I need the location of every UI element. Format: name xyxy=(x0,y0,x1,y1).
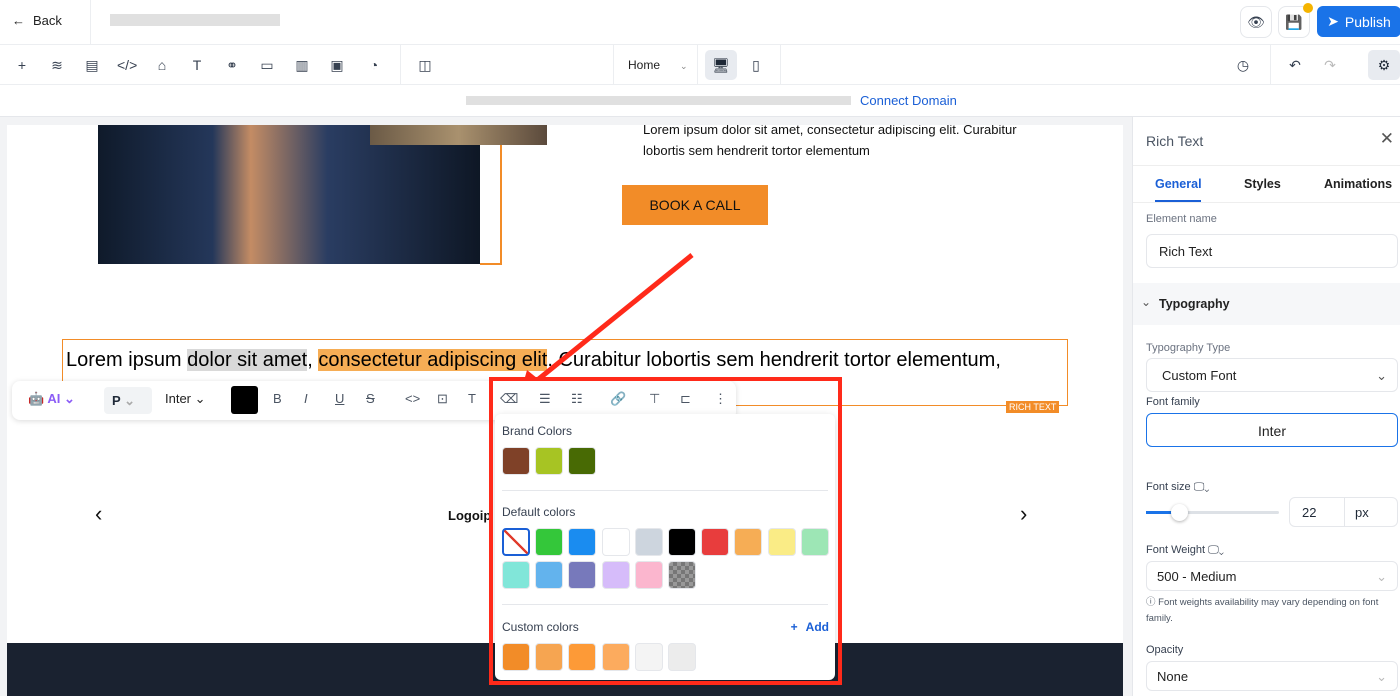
default-colors-title: Default colors xyxy=(502,505,576,519)
font-family-input[interactable]: Inter xyxy=(1146,413,1398,447)
typography-type-select[interactable]: Custom Font ⌄ xyxy=(1146,358,1398,392)
color-swatch[interactable] xyxy=(634,643,663,671)
color-swatch[interactable] xyxy=(502,561,530,589)
chevron-down-icon: ⌄ xyxy=(1141,295,1152,309)
color-swatch[interactable] xyxy=(601,561,630,589)
desktop-icon: 🖵⌄ xyxy=(1208,544,1224,556)
element-name-label: Element name xyxy=(1146,213,1217,225)
plus-icon: + xyxy=(790,620,798,634)
code-icon[interactable]: <> xyxy=(405,391,420,406)
opacity-label: Opacity xyxy=(1146,644,1184,656)
color-swatch[interactable] xyxy=(767,528,796,556)
more-icon[interactable]: ⋮ xyxy=(714,391,727,407)
color-swatch[interactable] xyxy=(568,561,597,589)
color-swatch[interactable] xyxy=(502,447,530,475)
underline-icon[interactable]: U xyxy=(335,391,344,406)
embed-icon[interactable]: ⊡ xyxy=(437,391,448,407)
ai-button[interactable]: 🤖 AI ⌄ xyxy=(28,391,75,407)
strikethrough-icon[interactable]: S xyxy=(366,391,375,406)
text-color-button[interactable] xyxy=(231,386,258,414)
font-size-label: Font size 🖵⌄ xyxy=(1146,481,1210,493)
font-weight-note: ⓘ Font weights availability may vary dep… xyxy=(1146,597,1379,624)
color-swatch[interactable] xyxy=(535,643,564,671)
font-weight-label: Font Weight 🖵⌄ xyxy=(1146,544,1224,556)
resize-icon[interactable]: ⊏ xyxy=(680,391,691,407)
bullet-list-icon[interactable]: ☰ xyxy=(539,391,551,407)
color-swatch[interactable] xyxy=(535,561,564,589)
color-swatch[interactable] xyxy=(668,528,696,556)
font-size-slider[interactable] xyxy=(1146,504,1279,521)
color-swatch[interactable] xyxy=(502,528,530,556)
slider-handle[interactable] xyxy=(1171,504,1189,521)
clear-format-icon[interactable]: ⊤ xyxy=(649,391,660,407)
color-picker-popup: Brand Colors Default colors Custom color… xyxy=(495,414,835,680)
chevron-down-icon: ⌄ xyxy=(1376,569,1387,584)
color-swatch[interactable] xyxy=(535,447,564,475)
color-swatch[interactable] xyxy=(634,528,663,556)
color-swatch[interactable] xyxy=(668,643,696,671)
brand-colors-title: Brand Colors xyxy=(502,424,573,438)
tag-select[interactable]: P ⌄ xyxy=(104,387,152,414)
custom-colors-title: Custom colors xyxy=(502,620,579,634)
color-swatch[interactable] xyxy=(701,528,730,556)
chevron-down-icon: ⌄ xyxy=(1376,368,1387,383)
numbered-list-icon[interactable]: ☷ xyxy=(571,391,583,407)
color-swatch[interactable] xyxy=(601,643,630,671)
color-swatch[interactable] xyxy=(634,561,663,589)
link-icon[interactable]: 🔗 xyxy=(610,391,626,407)
tab-animations[interactable]: Animations xyxy=(1324,177,1392,191)
text-box-icon[interactable]: T xyxy=(468,391,476,406)
font-select[interactable]: Inter ⌄ xyxy=(165,391,206,407)
color-swatch[interactable] xyxy=(535,528,564,556)
color-swatch[interactable] xyxy=(502,643,530,671)
font-family-label: Font family xyxy=(1146,396,1200,408)
element-name-input[interactable]: Rich Text xyxy=(1146,234,1398,268)
color-swatch[interactable] xyxy=(800,528,829,556)
divider xyxy=(1133,165,1400,166)
panel-title: Rich Text xyxy=(1146,133,1204,149)
divider xyxy=(1133,202,1400,203)
info-icon: ⓘ xyxy=(1146,597,1159,608)
color-swatch[interactable] xyxy=(668,561,696,589)
italic-icon[interactable]: I xyxy=(304,391,308,406)
close-icon[interactable]: ✕ xyxy=(1380,129,1394,149)
font-size-input[interactable]: 22 xyxy=(1289,497,1345,527)
desktop-icon: 🖵⌄ xyxy=(1193,481,1210,493)
color-swatch[interactable] xyxy=(601,528,630,556)
font-weight-select[interactable]: 500 - Medium ⌄ xyxy=(1146,561,1398,591)
font-unit-select[interactable]: px xyxy=(1344,497,1398,527)
bold-icon[interactable]: B xyxy=(273,391,282,406)
typography-type-label: Typography Type xyxy=(1146,342,1231,354)
add-color-button[interactable]: + Add xyxy=(791,620,829,634)
color-swatch[interactable] xyxy=(568,447,597,475)
properties-panel: Rich Text ✕ General Styles Animations El… xyxy=(1132,117,1400,696)
color-swatch[interactable] xyxy=(568,643,597,671)
tab-styles[interactable]: Styles xyxy=(1244,177,1281,191)
color-swatch[interactable] xyxy=(734,528,763,556)
eraser-icon[interactable]: ⌫ xyxy=(500,391,518,407)
typography-section-header[interactable]: ⌄ Typography xyxy=(1133,283,1400,325)
tab-general[interactable]: General xyxy=(1155,177,1202,191)
opacity-select[interactable]: None ⌄ xyxy=(1146,661,1398,691)
divider xyxy=(502,604,828,605)
divider xyxy=(502,490,828,491)
color-swatch[interactable] xyxy=(568,528,597,556)
chevron-down-icon: ⌄ xyxy=(1376,669,1387,684)
